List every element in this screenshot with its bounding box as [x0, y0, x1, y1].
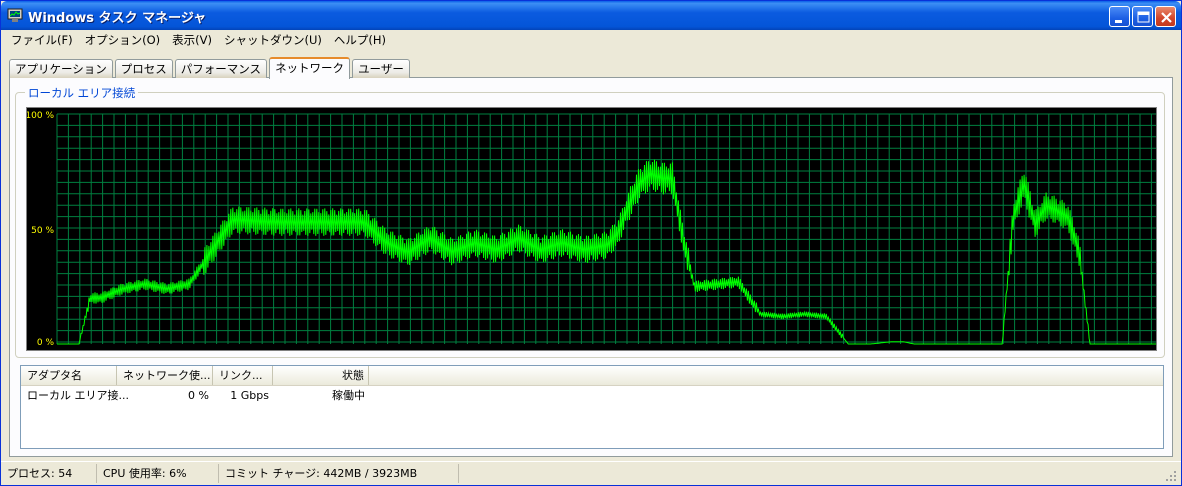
status-bar: プロセス: 54 CPU 使用率: 6% コミット チャージ: 442MB / …: [1, 461, 1181, 485]
status-process-count: プロセス: 54: [3, 464, 97, 483]
task-manager-window: Windows タスク マネージャ ファイル(F) オプション(O) 表示(V)…: [0, 0, 1182, 486]
task-manager-icon: [7, 8, 23, 22]
network-usage-line: [57, 159, 1156, 345]
cell-adapter-name: ローカル エリア接...: [27, 389, 129, 402]
menu-view[interactable]: 表示(V): [166, 31, 218, 49]
close-button[interactable]: [1155, 6, 1176, 27]
resize-grip-icon[interactable]: [1165, 470, 1177, 482]
network-chart-svg: 100 % 50 % 0 %: [27, 111, 1156, 348]
tab-applications[interactable]: アプリケーション: [9, 59, 113, 78]
tab-users[interactable]: ユーザー: [352, 59, 410, 78]
cell-link-speed: 1 Gbps: [230, 389, 269, 402]
maximize-icon: [1137, 11, 1150, 23]
maximize-button[interactable]: [1132, 6, 1153, 27]
minimize-button[interactable]: [1109, 6, 1130, 27]
group-label-lan: ローカル エリア接続: [25, 85, 139, 101]
menu-shutdown[interactable]: シャットダウン(U): [218, 31, 328, 49]
menu-bar: ファイル(F) オプション(O) 表示(V) シャットダウン(U) ヘルプ(H): [1, 30, 1181, 50]
menu-file[interactable]: ファイル(F): [5, 31, 79, 49]
tab-network[interactable]: ネットワーク: [269, 57, 351, 79]
status-cpu-usage: CPU 使用率: 6%: [99, 464, 219, 483]
cell-state: 稼働中: [332, 389, 365, 402]
tab-processes[interactable]: プロセス: [114, 59, 173, 78]
title-bar[interactable]: Windows タスク マネージャ: [1, 1, 1181, 30]
y-tick-label: 100 %: [27, 111, 54, 121]
adapter-list-header: アダプタ名 ネットワーク使... リンク... 状態: [21, 366, 1163, 386]
column-link-speed[interactable]: リンク...: [213, 366, 273, 385]
y-tick-label: 50 %: [31, 226, 54, 236]
column-network-usage[interactable]: ネットワーク使...: [117, 366, 213, 385]
column-state[interactable]: 状態: [273, 366, 369, 385]
window-title: Windows タスク マネージャ: [28, 11, 207, 26]
close-icon: [1161, 12, 1172, 23]
network-utilization-graph: 100 % 50 % 0 %: [26, 107, 1157, 351]
status-commit-charge: コミット チャージ: 442MB / 3923MB: [221, 464, 459, 483]
tab-performance[interactable]: パフォーマンス: [174, 59, 268, 78]
cell-network-usage: 0 %: [188, 389, 209, 402]
y-tick-label: 0 %: [37, 338, 55, 348]
adapter-list[interactable]: アダプタ名 ネットワーク使... リンク... 状態 ローカル エリア接... …: [20, 365, 1164, 449]
minimize-icon: [1115, 20, 1122, 23]
menu-help[interactable]: ヘルプ(H): [328, 31, 392, 49]
column-adapter-name[interactable]: アダプタ名: [21, 366, 117, 385]
menu-options[interactable]: オプション(O): [79, 31, 167, 49]
tab-strip: アプリケーション プロセス パフォーマンス ネットワーク ユーザー: [9, 56, 412, 79]
